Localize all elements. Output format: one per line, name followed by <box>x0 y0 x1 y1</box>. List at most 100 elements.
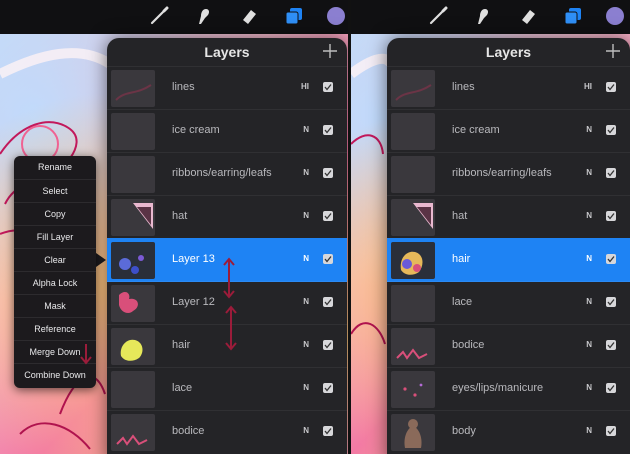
layer-thumbnail <box>391 285 435 322</box>
blend-mode[interactable]: N <box>303 254 309 263</box>
layers-tool[interactable] <box>560 3 586 29</box>
blend-mode[interactable]: N <box>303 168 309 177</box>
blend-mode[interactable]: N <box>303 297 309 306</box>
smudge-tool[interactable] <box>190 3 216 29</box>
visibility-checkbox[interactable] <box>323 426 333 436</box>
menu-merge-down[interactable]: Merge Down <box>14 340 96 364</box>
color-swatch[interactable] <box>602 3 628 29</box>
visibility-checkbox[interactable] <box>323 125 333 135</box>
menu-copy[interactable]: Copy <box>14 202 96 226</box>
visibility-checkbox[interactable] <box>606 168 616 178</box>
blend-mode[interactable]: N <box>586 168 592 177</box>
layer-row[interactable]: ice cream N <box>107 109 347 153</box>
blend-mode[interactable]: N <box>586 383 592 392</box>
smudge-tool[interactable] <box>469 3 495 29</box>
blend-mode[interactable]: N <box>303 383 309 392</box>
layer-row-selected[interactable]: hair N <box>387 238 630 282</box>
layer-row[interactable]: ribbons/earring/leafs N <box>387 152 630 196</box>
layer-name: eyes/lips/manicure <box>452 382 544 394</box>
visibility-checkbox[interactable] <box>323 254 333 264</box>
visibility-checkbox[interactable] <box>323 211 333 221</box>
visibility-checkbox[interactable] <box>606 125 616 135</box>
layer-row[interactable]: Layer 12 N <box>107 281 347 325</box>
layer-row[interactable]: ice cream N <box>387 109 630 153</box>
layer-row[interactable]: ribbons/earring/leafs N <box>107 152 347 196</box>
layer-row[interactable]: hat N <box>387 195 630 239</box>
layer-row[interactable]: hat N <box>107 195 347 239</box>
blend-mode[interactable]: N <box>303 211 309 220</box>
blend-mode[interactable]: N <box>586 125 592 134</box>
visibility-checkbox[interactable] <box>606 383 616 393</box>
blend-mode[interactable]: N <box>303 426 309 435</box>
layers-panel: Layers lines HI ice cream N ribbons/earr… <box>107 38 347 454</box>
layer-row[interactable]: lines HI <box>387 66 630 110</box>
add-layer-button[interactable] <box>604 42 622 60</box>
visibility-checkbox[interactable] <box>606 426 616 436</box>
menu-alpha-lock[interactable]: Alpha Lock <box>14 271 96 295</box>
brush-tool[interactable] <box>146 3 172 29</box>
layer-row[interactable]: bodice N <box>387 324 630 368</box>
layer-row[interactable]: lace N <box>107 367 347 411</box>
layer-name: ice cream <box>452 124 500 136</box>
layer-name: lace <box>452 296 473 308</box>
visibility-checkbox[interactable] <box>606 82 616 92</box>
visibility-checkbox[interactable] <box>606 340 616 350</box>
eraser-tool[interactable] <box>236 3 262 29</box>
check-icon <box>324 385 332 392</box>
layer-thumbnail <box>391 242 435 279</box>
visibility-checkbox[interactable] <box>323 297 333 307</box>
menu-rename[interactable]: Rename <box>14 156 96 179</box>
blend-mode[interactable]: N <box>586 340 592 349</box>
layer-name: hat <box>172 210 188 222</box>
layers-panel: Layers lines HI ice cream N ribbons/earr… <box>387 38 630 454</box>
check-icon <box>607 342 615 349</box>
menu-mask[interactable]: Mask <box>14 294 96 318</box>
layer-row[interactable]: body N <box>387 410 630 454</box>
layer-row[interactable]: hair N <box>107 324 347 368</box>
brush-tool[interactable] <box>425 3 451 29</box>
menu-reference[interactable]: Reference <box>14 317 96 341</box>
visibility-checkbox[interactable] <box>606 211 616 221</box>
layer-row[interactable]: bodice N <box>107 410 347 454</box>
layer-thumbnail <box>111 199 155 236</box>
layer-thumbnail <box>391 328 435 365</box>
top-toolbar <box>0 0 348 34</box>
layer-context-menu: Rename Select Copy Fill Layer Clear Alph… <box>14 156 96 388</box>
blend-mode[interactable]: N <box>586 297 592 306</box>
menu-select[interactable]: Select <box>14 179 96 203</box>
brush-icon <box>429 6 448 25</box>
blend-mode[interactable]: N <box>303 340 309 349</box>
visibility-checkbox[interactable] <box>323 168 333 178</box>
check-icon <box>607 385 615 392</box>
check-icon <box>324 213 332 220</box>
layer-thumbnail <box>111 113 155 150</box>
layer-thumbnail <box>391 113 435 150</box>
blend-mode[interactable]: N <box>586 426 592 435</box>
layer-row[interactable]: eyes/lips/manicure N <box>387 367 630 411</box>
layer-row-selected[interactable]: Layer 13 N <box>107 238 347 282</box>
add-layer-button[interactable] <box>321 42 339 60</box>
layer-thumbnail <box>111 285 155 322</box>
visibility-checkbox[interactable] <box>606 297 616 307</box>
blend-mode[interactable]: HI <box>584 82 592 91</box>
check-icon <box>324 256 332 263</box>
layer-name: hair <box>452 253 471 265</box>
layers-icon <box>285 8 302 25</box>
menu-fill-layer[interactable]: Fill Layer <box>14 225 96 249</box>
layer-row[interactable]: lines HI <box>107 66 347 110</box>
visibility-checkbox[interactable] <box>323 383 333 393</box>
layer-name: ribbons/earring/leafs <box>172 167 272 179</box>
eraser-tool[interactable] <box>515 3 541 29</box>
blend-mode[interactable]: HI <box>301 82 309 91</box>
menu-clear[interactable]: Clear <box>14 248 96 272</box>
layer-row[interactable]: lace N <box>387 281 630 325</box>
visibility-checkbox[interactable] <box>323 82 333 92</box>
layers-tool[interactable] <box>281 3 307 29</box>
blend-mode[interactable]: N <box>586 211 592 220</box>
color-swatch[interactable] <box>323 3 348 29</box>
menu-combine-down[interactable]: Combine Down <box>14 363 96 387</box>
blend-mode[interactable]: N <box>303 125 309 134</box>
visibility-checkbox[interactable] <box>323 340 333 350</box>
blend-mode[interactable]: N <box>586 254 592 263</box>
visibility-checkbox[interactable] <box>606 254 616 264</box>
